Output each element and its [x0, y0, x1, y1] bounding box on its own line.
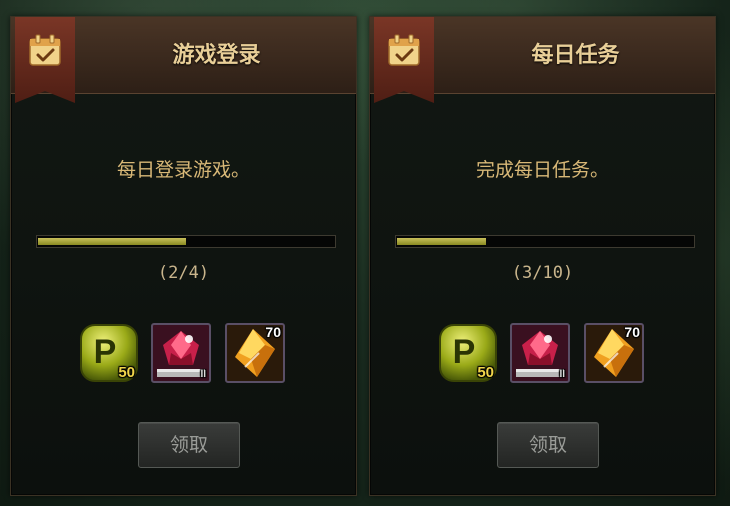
claim-button[interactable]: 领取 [497, 422, 599, 468]
progress-bar [36, 235, 336, 248]
progress-fill [397, 238, 486, 245]
task-card-login: 游戏登录 每日登录游戏。 (2/4) P 50 II 70 领取 [10, 16, 357, 496]
card-title: 游戏登录 [172, 42, 261, 68]
task-description: 完成每日任务。 [475, 159, 609, 181]
calendar-badge [374, 17, 434, 103]
progress-bar [395, 235, 695, 248]
reward-count: 70 [265, 324, 281, 340]
reward-amount: 50 [118, 364, 135, 381]
p-coin-icon[interactable]: P 50 [438, 323, 498, 383]
orange-crystal-icon[interactable]: 70 [584, 323, 644, 383]
reward-tier: II [200, 369, 206, 380]
svg-text:P: P [94, 333, 117, 371]
card-title: 每日任务 [531, 42, 620, 68]
red-gem-box-icon[interactable]: II [510, 323, 570, 383]
progress-text: (3/10) [511, 263, 574, 283]
svg-text:P: P [453, 333, 476, 371]
progress-fill [38, 238, 186, 245]
task-card-daily: 每日任务 完成每日任务。 (3/10) P 50 II 70 领取 [369, 16, 716, 496]
reward-amount: 50 [477, 364, 494, 381]
red-gem-box-icon[interactable]: II [151, 323, 211, 383]
claim-button[interactable]: 领取 [138, 422, 240, 468]
orange-crystal-icon[interactable]: 70 [225, 323, 285, 383]
calendar-badge [15, 17, 75, 103]
calendar-icon [388, 34, 420, 66]
reward-count: 70 [624, 324, 640, 340]
task-description: 每日登录游戏。 [116, 159, 250, 181]
p-coin-icon[interactable]: P 50 [79, 323, 139, 383]
calendar-icon [29, 34, 61, 66]
reward-tier: II [559, 369, 565, 380]
progress-text: (2/4) [157, 263, 210, 283]
reward-list: P 50 II 70 [79, 323, 289, 387]
reward-list: P 50 II 70 [438, 323, 648, 387]
